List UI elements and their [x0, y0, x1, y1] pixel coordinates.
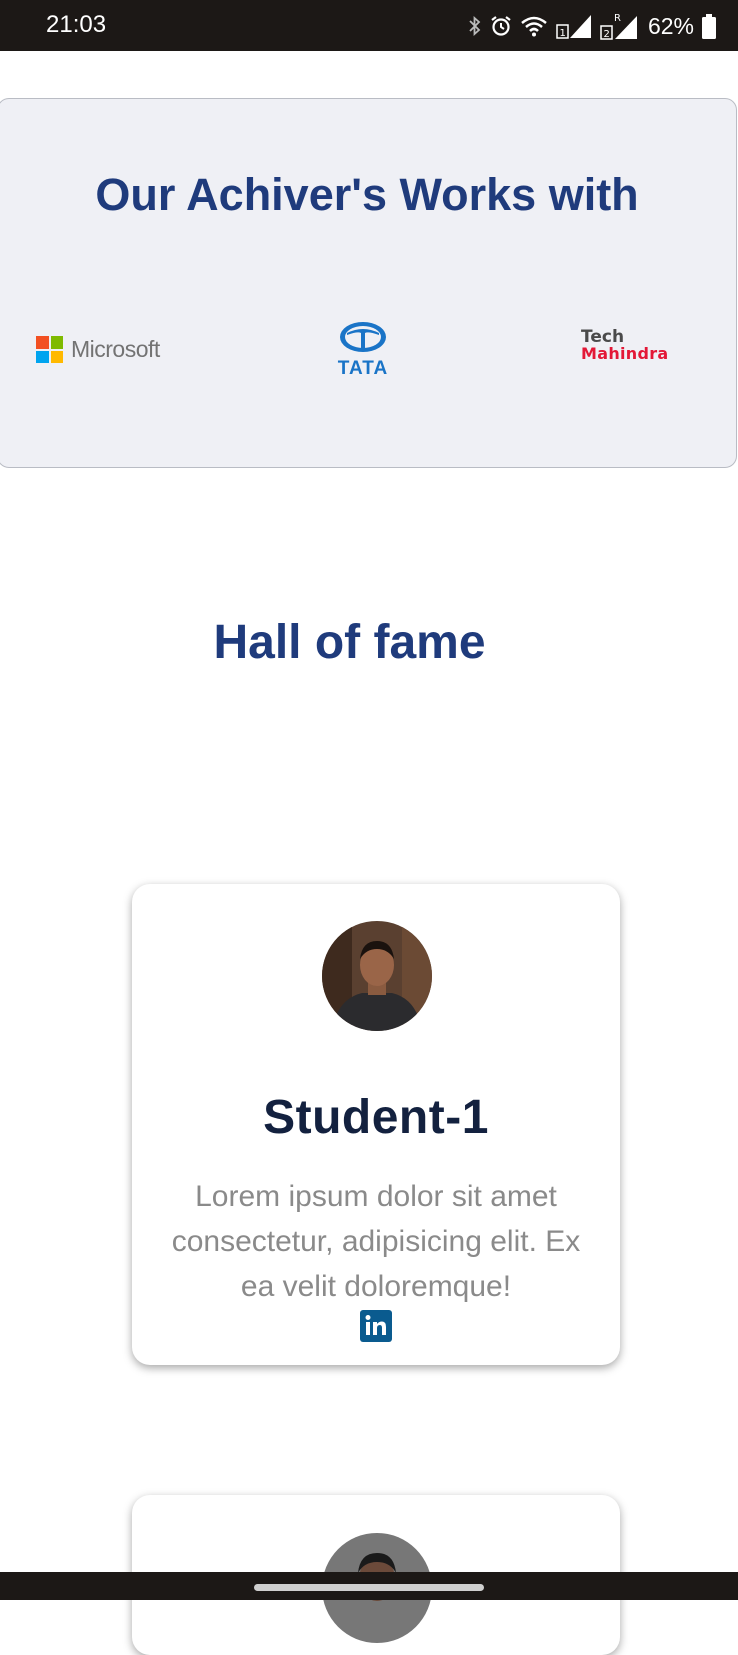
student-card: Student-1 Lorem ipsum dolor sit amet con…	[132, 884, 620, 1365]
svg-text:1: 1	[559, 28, 565, 39]
microsoft-logo: Microsoft	[36, 336, 160, 363]
microsoft-logo-text: Microsoft	[71, 336, 160, 362]
battery-percent: 62%	[647, 12, 694, 39]
alarm-icon	[491, 16, 511, 36]
signal-sim2-roaming-icon: R 2	[600, 13, 637, 40]
student-description: Lorem ipsum dolor sit amet consectetur, …	[171, 1180, 581, 1303]
status-icons: 1 R 2 62%	[468, 12, 716, 40]
tech-mahindra-line2: Mahindra	[581, 344, 669, 363]
battery-icon	[702, 13, 716, 39]
navigation-bar	[0, 1572, 738, 1600]
partners-title: Our Achiver's Works with	[95, 169, 639, 220]
partners-section: Our Achiver's Works with Microsoft TATA …	[0, 98, 737, 468]
tech-mahindra-logo: Tech Mahindra	[581, 329, 669, 362]
tata-logo: TATA	[330, 321, 396, 380]
wifi-icon	[521, 16, 547, 37]
tata-emblem-icon	[340, 322, 386, 352]
status-time: 21:03	[46, 11, 107, 38]
home-gesture-handle[interactable]	[254, 1584, 484, 1591]
bluetooth-icon	[469, 15, 481, 37]
signal-sim1-icon: 1	[556, 15, 591, 39]
tata-logo-text: TATA	[337, 358, 389, 379]
hall-of-fame-title: Hall of fame	[213, 616, 486, 669]
avatar	[322, 921, 432, 1031]
student-name: Student-1	[263, 1091, 489, 1144]
linkedin-icon[interactable]	[360, 1310, 392, 1342]
status-bar: 21:03 1 R 2 62%	[0, 0, 738, 51]
microsoft-squares-icon	[36, 336, 63, 363]
svg-text:2: 2	[603, 29, 609, 40]
svg-text:R: R	[614, 13, 621, 24]
